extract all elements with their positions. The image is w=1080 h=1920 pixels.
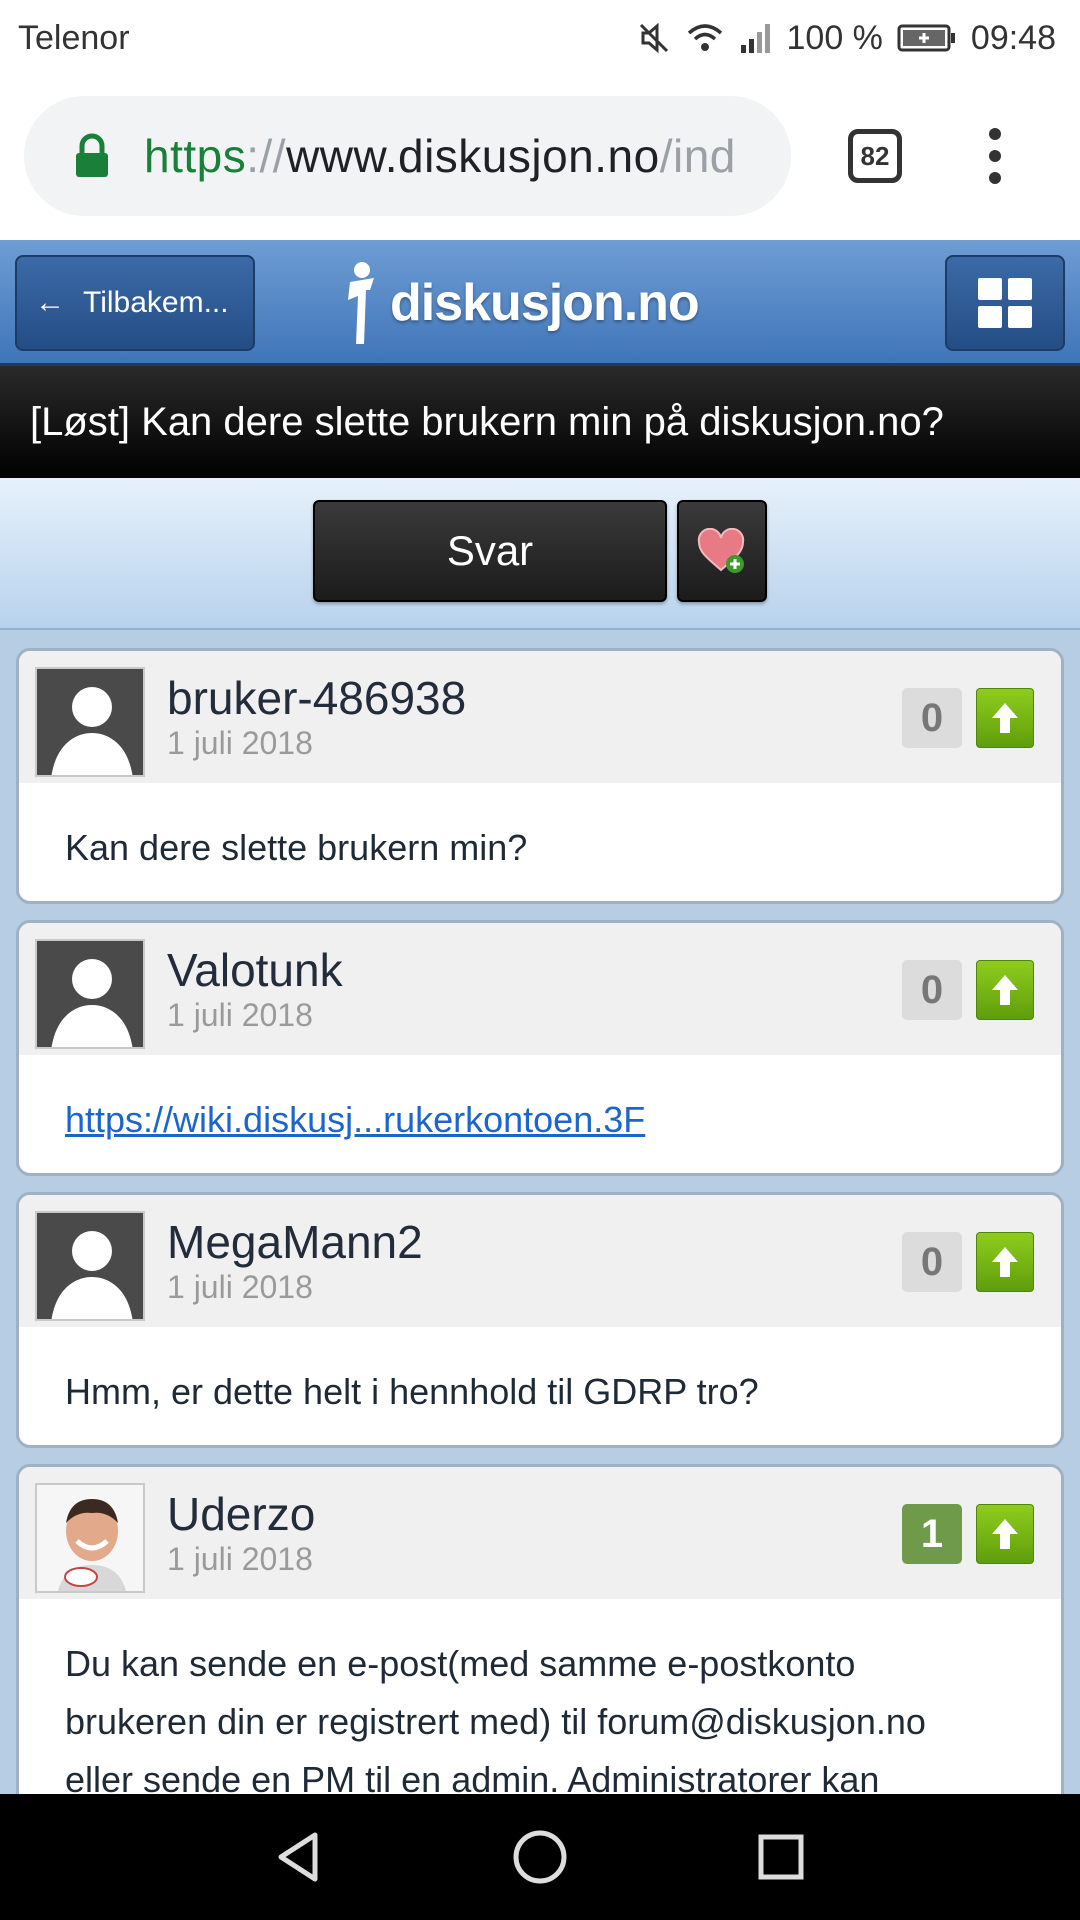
carrier-label: Telenor — [18, 18, 130, 57]
grid-menu-button[interactable] — [945, 255, 1065, 351]
url-path: /ind — [659, 130, 736, 182]
post-body-line: brukeren din er registrert med) til foru… — [65, 1701, 926, 1742]
circle-home-icon — [513, 1830, 567, 1884]
arrow-up-icon — [992, 975, 1018, 1005]
post-body: Kan dere slette brukern min? — [65, 827, 528, 868]
reply-button[interactable]: Svar — [313, 500, 667, 602]
post-body: Hmm, er dette helt i hennhold til GDRP t… — [65, 1371, 759, 1412]
post-body-line: Du kan sende en e-post(med samme e-postk… — [65, 1643, 856, 1684]
square-recents-icon — [758, 1834, 804, 1880]
avatar[interactable] — [35, 1211, 145, 1321]
grid-icon — [978, 278, 1032, 328]
heart-add-icon — [697, 528, 745, 573]
status-icons: 100 % 09:48 — [637, 18, 1056, 58]
site-header: ← Tilbakem... diskusjon.no — [0, 240, 1080, 366]
default-avatar-icon — [37, 941, 143, 1047]
logo-figure-icon — [348, 262, 374, 344]
browser-toolbar: https://www.diskusjon.no/ind 82 — [0, 76, 1080, 240]
vote-count: 1 — [902, 1504, 962, 1564]
battery-label: 100 % — [786, 18, 883, 57]
arrow-up-icon — [992, 1519, 1018, 1549]
vote-count: 0 — [902, 960, 962, 1020]
thread-actions: Svar — [0, 478, 1080, 630]
post-username[interactable]: bruker-486938 — [167, 671, 466, 725]
signal-icon — [739, 21, 773, 55]
upvote-button[interactable] — [976, 688, 1034, 748]
triangle-back-icon — [278, 1832, 318, 1882]
user-photo-avatar — [37, 1485, 143, 1591]
status-bar: Telenor 100 % 09:48 — [0, 0, 1080, 76]
default-avatar-icon — [37, 669, 143, 775]
logo-text: diskusjon.no — [390, 274, 700, 332]
lock-icon — [76, 133, 108, 177]
post-body-line: eller sende en PM til en admin. Administ… — [65, 1759, 880, 1794]
post-body: https://wiki.diskusj...rukerkontoen.3F — [19, 1055, 1061, 1149]
back-button-label: Tilbakem... — [83, 286, 229, 319]
post-username[interactable]: MegaMann2 — [167, 1215, 423, 1269]
post-header: Valotunk 1 juli 2018 0 — [19, 923, 1061, 1055]
url-text: https://www.diskusjon.no/ind — [144, 129, 736, 183]
upvote-button[interactable] — [976, 1232, 1034, 1292]
avatar[interactable] — [35, 939, 145, 1049]
avatar[interactable] — [35, 1483, 145, 1593]
post-header: bruker-486938 1 juli 2018 0 — [19, 651, 1061, 783]
back-button[interactable]: ← Tilbakem... — [15, 255, 255, 351]
arrow-up-icon — [992, 703, 1018, 733]
system-nav-bar — [0, 1794, 1080, 1920]
post-date: 1 juli 2018 — [167, 1541, 313, 1577]
mute-icon — [637, 21, 671, 55]
vote-count: 0 — [902, 688, 962, 748]
post-header: MegaMann2 1 juli 2018 0 — [19, 1195, 1061, 1327]
upvote-button[interactable] — [976, 960, 1034, 1020]
post-username[interactable]: Valotunk — [167, 943, 343, 997]
post-header: Uderzo 1 juli 2018 1 — [19, 1467, 1061, 1599]
default-avatar-icon — [37, 1213, 143, 1319]
arrow-up-icon — [992, 1247, 1018, 1277]
screen: Telenor 100 % 09:48 https://www.diskusjo… — [0, 0, 1080, 1920]
vote-count: 0 — [902, 1232, 962, 1292]
battery-charging-icon — [897, 23, 957, 53]
thread-title: [Løst] Kan dere slette brukern min på di… — [0, 366, 1080, 478]
arrow-left-icon: ← — [35, 286, 65, 319]
url-separator: :// — [246, 130, 287, 182]
nav-back-button[interactable] — [266, 1824, 332, 1890]
url-scheme: https — [144, 130, 247, 182]
post-item: MegaMann2 1 juli 2018 0 Hmm, er dette he… — [16, 1192, 1064, 1448]
post-username[interactable]: Uderzo — [167, 1487, 315, 1541]
post-list: bruker-486938 1 juli 2018 0 Kan dere sle… — [0, 630, 1080, 1794]
address-bar[interactable]: https://www.diskusjon.no/ind — [24, 96, 791, 216]
post-body: Du kan sende en e-post(med samme e-postk… — [19, 1599, 1061, 1794]
browser-menu-button[interactable] — [980, 128, 1010, 184]
nav-recents-button[interactable] — [748, 1824, 814, 1890]
tab-switcher-button[interactable]: 82 — [848, 129, 902, 183]
post-item: bruker-486938 1 juli 2018 0 Kan dere sle… — [16, 648, 1064, 904]
post-link[interactable]: https://wiki.diskusj...rukerkontoen.3F — [65, 1099, 645, 1140]
favorite-button[interactable] — [677, 500, 767, 602]
avatar[interactable] — [35, 667, 145, 777]
site-logo[interactable]: diskusjon.no — [340, 260, 700, 346]
clock-label: 09:48 — [970, 18, 1056, 57]
post-date: 1 juli 2018 — [167, 725, 313, 761]
post-date: 1 juli 2018 — [167, 997, 313, 1033]
upvote-button[interactable] — [976, 1504, 1034, 1564]
wifi-icon — [685, 21, 725, 55]
post-item: Uderzo 1 juli 2018 1 Du kan sende en e-p… — [16, 1464, 1064, 1794]
post-date: 1 juli 2018 — [167, 1269, 313, 1305]
url-host: www.diskusjon.no — [286, 130, 660, 182]
nav-home-button[interactable] — [507, 1824, 573, 1890]
post-item: Valotunk 1 juli 2018 0 https://wiki.disk… — [16, 920, 1064, 1176]
